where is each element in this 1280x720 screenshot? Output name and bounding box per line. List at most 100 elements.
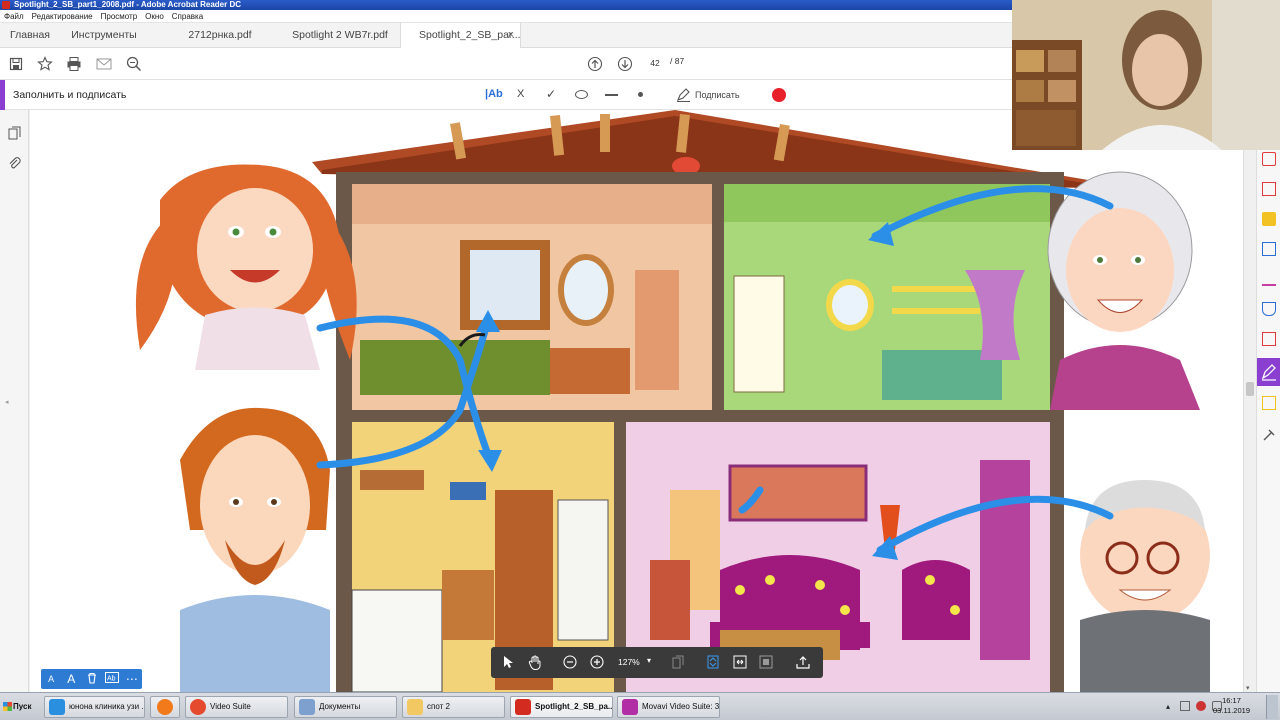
taskbar-item-folder-label: спот 2 bbox=[427, 702, 450, 711]
fill-sign-title: Заполнить и подписать bbox=[13, 89, 127, 101]
text-field-icon[interactable]: Ab bbox=[102, 672, 122, 686]
save-icon[interactable] bbox=[7, 55, 25, 73]
line-tool-icon[interactable] bbox=[605, 94, 618, 96]
fit-width-icon[interactable] bbox=[731, 653, 749, 671]
girl-character bbox=[135, 164, 357, 370]
tab-doc-wb7r[interactable]: Spotlight 2 WB7r.pdf bbox=[280, 23, 400, 48]
page-display-icon[interactable] bbox=[669, 653, 687, 671]
sign-button[interactable]: Подписать bbox=[695, 90, 740, 100]
taskbar-item-browser[interactable]: юнона клиника узи ... bbox=[44, 696, 145, 718]
send-for-review-icon[interactable] bbox=[1262, 396, 1276, 410]
window-title: Spotlight_2_SB_part1_2008.pdf - Adobe Ac… bbox=[14, 0, 242, 9]
tray-expand-arrow-icon[interactable]: ▴ bbox=[1166, 702, 1170, 711]
collapse-panel-arrow-icon[interactable]: ◂ bbox=[5, 398, 9, 406]
fill-sign-tool-active[interactable] bbox=[1257, 358, 1280, 386]
window-title-bar: Spotlight_2_SB_part1_2008.pdf - Adobe Ac… bbox=[0, 0, 1012, 10]
system-clock[interactable]: 16:17 03.11.2019 bbox=[1213, 696, 1250, 716]
show-desktop-button[interactable] bbox=[1266, 695, 1278, 719]
export-pdf-icon[interactable] bbox=[1262, 332, 1276, 346]
taskbar-item-acrobat[interactable]: Spotlight_2_SB_pa... bbox=[510, 696, 613, 718]
tab-tools[interactable]: Инструменты bbox=[60, 23, 148, 48]
tray-network-icon[interactable] bbox=[1180, 701, 1190, 711]
taskbar-item-folder[interactable]: спот 2 bbox=[402, 696, 505, 718]
menu-bar: Файл Редактирование Просмотр Окно Справк… bbox=[0, 10, 1012, 23]
check-mark-tool[interactable]: ✓ bbox=[546, 87, 556, 101]
start-button[interactable]: Пуск bbox=[0, 696, 36, 718]
vertical-scrollbar[interactable]: ▾ bbox=[1243, 150, 1255, 692]
close-tab-icon[interactable]: × bbox=[508, 23, 514, 48]
folder-icon bbox=[407, 699, 423, 715]
clock-time: 16:17 bbox=[1222, 696, 1241, 705]
menu-help[interactable]: Справка bbox=[172, 12, 203, 21]
windows-taskbar: Пуск юнона клиника узи ... Video Suite Д… bbox=[0, 692, 1280, 720]
acrobat-icon bbox=[515, 699, 531, 715]
tab-doc-spotlight-label: Spotlight_2_SB_par... bbox=[419, 29, 521, 41]
grandmother-character bbox=[1047, 171, 1200, 410]
protect-shield-icon[interactable] bbox=[1262, 302, 1276, 316]
taskbar-item-documents-label: Документы bbox=[319, 702, 361, 711]
menu-edit[interactable]: Редактирование bbox=[32, 12, 93, 21]
ellipse-tool-icon[interactable] bbox=[575, 90, 588, 99]
taskbar-item-firefox[interactable] bbox=[150, 696, 180, 718]
sign-icon[interactable] bbox=[1262, 272, 1276, 286]
create-pdf-icon[interactable] bbox=[1262, 152, 1276, 166]
menu-window[interactable]: Окно bbox=[145, 12, 164, 21]
tab-doc-spotlight[interactable]: Spotlight_2_SB_par... × bbox=[400, 23, 521, 48]
record-color-button[interactable] bbox=[772, 88, 786, 102]
zoom-dropdown-arrow-icon[interactable]: ▾ bbox=[647, 656, 651, 665]
decrease-font-size-button[interactable]: A bbox=[41, 674, 61, 684]
page-thumbnails-icon[interactable] bbox=[8, 126, 21, 143]
tab-home[interactable]: Главная bbox=[0, 23, 60, 48]
share-upload-icon[interactable] bbox=[794, 653, 812, 671]
webcam-overlay bbox=[1012, 0, 1280, 150]
scroll-down-arrow-icon[interactable]: ▾ bbox=[1246, 684, 1250, 692]
attachment-icon[interactable] bbox=[8, 156, 21, 173]
increase-font-size-button[interactable]: A bbox=[61, 672, 81, 686]
fill-sign-bar: Заполнить и подписать |Ab X ✓ Подписать bbox=[0, 80, 1012, 110]
taskbar-item-documents[interactable]: Документы bbox=[294, 696, 397, 718]
taskbar-item-video-suite-label: Video Suite bbox=[210, 702, 251, 711]
cross-mark-tool[interactable]: X bbox=[517, 88, 524, 100]
sign-pen-icon[interactable] bbox=[676, 88, 691, 105]
comment-icon[interactable] bbox=[1262, 212, 1276, 226]
scrollbar-thumb[interactable] bbox=[1246, 382, 1254, 396]
combine-files-icon[interactable] bbox=[1262, 242, 1276, 256]
bookmark-star-icon[interactable] bbox=[36, 55, 54, 73]
tab-doc-2712[interactable]: 2712рнка.pdf bbox=[160, 23, 280, 48]
taskbar-item-browser-label: юнона клиника узи ... bbox=[69, 702, 145, 711]
windows-logo-icon bbox=[3, 702, 12, 711]
full-screen-icon[interactable] bbox=[757, 653, 775, 671]
print-icon[interactable] bbox=[65, 55, 83, 73]
firefox-icon bbox=[157, 699, 173, 715]
svg-text:Ab: Ab bbox=[107, 676, 116, 683]
house-family-illustration bbox=[135, 110, 1210, 692]
zoom-out-icon[interactable] bbox=[561, 653, 579, 671]
add-text-tool[interactable]: |Ab bbox=[485, 88, 503, 100]
floating-zoom-toolbar: ▾ bbox=[491, 647, 823, 678]
fit-page-icon[interactable] bbox=[704, 653, 722, 671]
zoom-in-icon[interactable] bbox=[588, 653, 606, 671]
tray-antivirus-icon[interactable] bbox=[1196, 701, 1206, 711]
page-number-input[interactable] bbox=[643, 55, 667, 71]
menu-file[interactable]: Файл bbox=[4, 12, 24, 21]
select-cursor-icon[interactable] bbox=[499, 653, 517, 671]
menu-view[interactable]: Просмотр bbox=[101, 12, 138, 21]
more-options-button[interactable]: ⋯ bbox=[122, 672, 142, 686]
delete-icon[interactable] bbox=[81, 672, 101, 687]
acrobat-app-icon bbox=[2, 1, 10, 9]
taskbar-item-video-suite[interactable]: Video Suite bbox=[185, 696, 288, 718]
hand-tool-icon[interactable] bbox=[526, 653, 544, 671]
left-nav-panel: ◂ bbox=[0, 110, 29, 692]
previous-page-icon[interactable] bbox=[586, 55, 604, 73]
zoom-value[interactable]: 127% bbox=[618, 657, 640, 667]
taskbar-item-acrobat-label: Spotlight_2_SB_pa... bbox=[535, 702, 613, 711]
edit-pdf-icon[interactable] bbox=[1262, 182, 1276, 196]
more-tools-icon[interactable] bbox=[1262, 428, 1276, 442]
zoom-search-icon[interactable] bbox=[125, 55, 143, 73]
taskbar-item-movavi[interactable]: Movavi Video Suite: 3... bbox=[617, 696, 720, 718]
email-icon[interactable] bbox=[95, 55, 113, 73]
page-total: / 87 bbox=[670, 56, 685, 66]
text-format-toolbar: A A Ab ⋯ bbox=[41, 669, 142, 689]
dot-tool-icon[interactable] bbox=[638, 92, 643, 97]
next-page-icon[interactable] bbox=[616, 55, 634, 73]
